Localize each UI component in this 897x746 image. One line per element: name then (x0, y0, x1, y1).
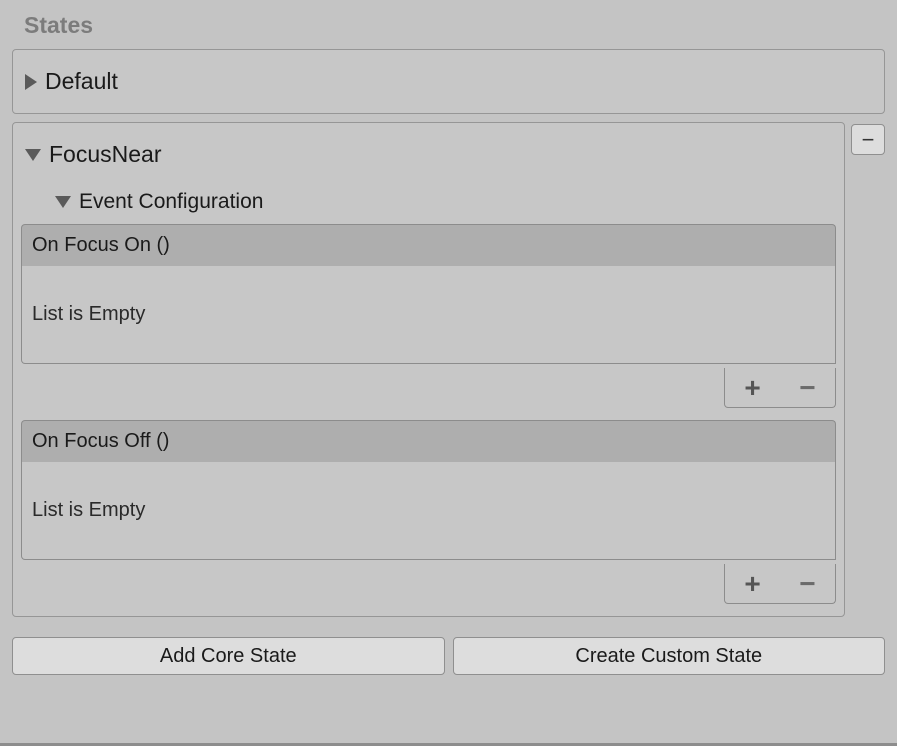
event-on-focus-on-footer: + − (21, 368, 836, 408)
state-default: Default (12, 49, 885, 114)
event-on-focus-off-footer: + − (21, 564, 836, 604)
event-on-focus-off-body: List is Empty (21, 462, 836, 560)
plus-minus-group: + − (724, 368, 836, 408)
foldout-down-icon (25, 149, 41, 161)
remove-listener-button[interactable]: − (788, 569, 828, 599)
plus-minus-group: + − (724, 564, 836, 604)
add-listener-button[interactable]: + (733, 373, 773, 403)
state-focusnear-name: FocusNear (49, 141, 161, 168)
add-listener-button[interactable]: + (733, 569, 773, 599)
empty-list-label: List is Empty (32, 499, 145, 522)
event-on-focus-off-title: On Focus Off () (21, 420, 836, 462)
state-focusnear-header[interactable]: FocusNear (13, 123, 844, 186)
states-panel: States Default FocusNear Event Configura… (0, 0, 897, 689)
event-on-focus-on: On Focus On () List is Empty (21, 224, 836, 364)
event-on-focus-on-title: On Focus On () (21, 224, 836, 266)
event-on-focus-off: On Focus Off () List is Empty (21, 420, 836, 560)
event-configuration-header[interactable]: Event Configuration (13, 186, 844, 224)
create-custom-state-button[interactable]: Create Custom State (453, 637, 886, 675)
state-default-header[interactable]: Default (13, 50, 884, 113)
foldout-down-icon (55, 196, 71, 208)
state-default-name: Default (45, 68, 118, 95)
state-focusnear-row: FocusNear Event Configuration On Focus O… (12, 122, 885, 617)
section-title: States (24, 12, 885, 39)
event-on-focus-on-body: List is Empty (21, 266, 836, 364)
foldout-right-icon (25, 74, 37, 90)
remove-state-button[interactable]: − (851, 124, 885, 155)
footer-buttons: Add Core State Create Custom State (12, 637, 885, 675)
add-core-state-button[interactable]: Add Core State (12, 637, 445, 675)
state-focusnear: FocusNear Event Configuration On Focus O… (12, 122, 845, 617)
remove-listener-button[interactable]: − (788, 373, 828, 403)
empty-list-label: List is Empty (32, 303, 145, 326)
event-configuration-title: Event Configuration (79, 190, 263, 214)
